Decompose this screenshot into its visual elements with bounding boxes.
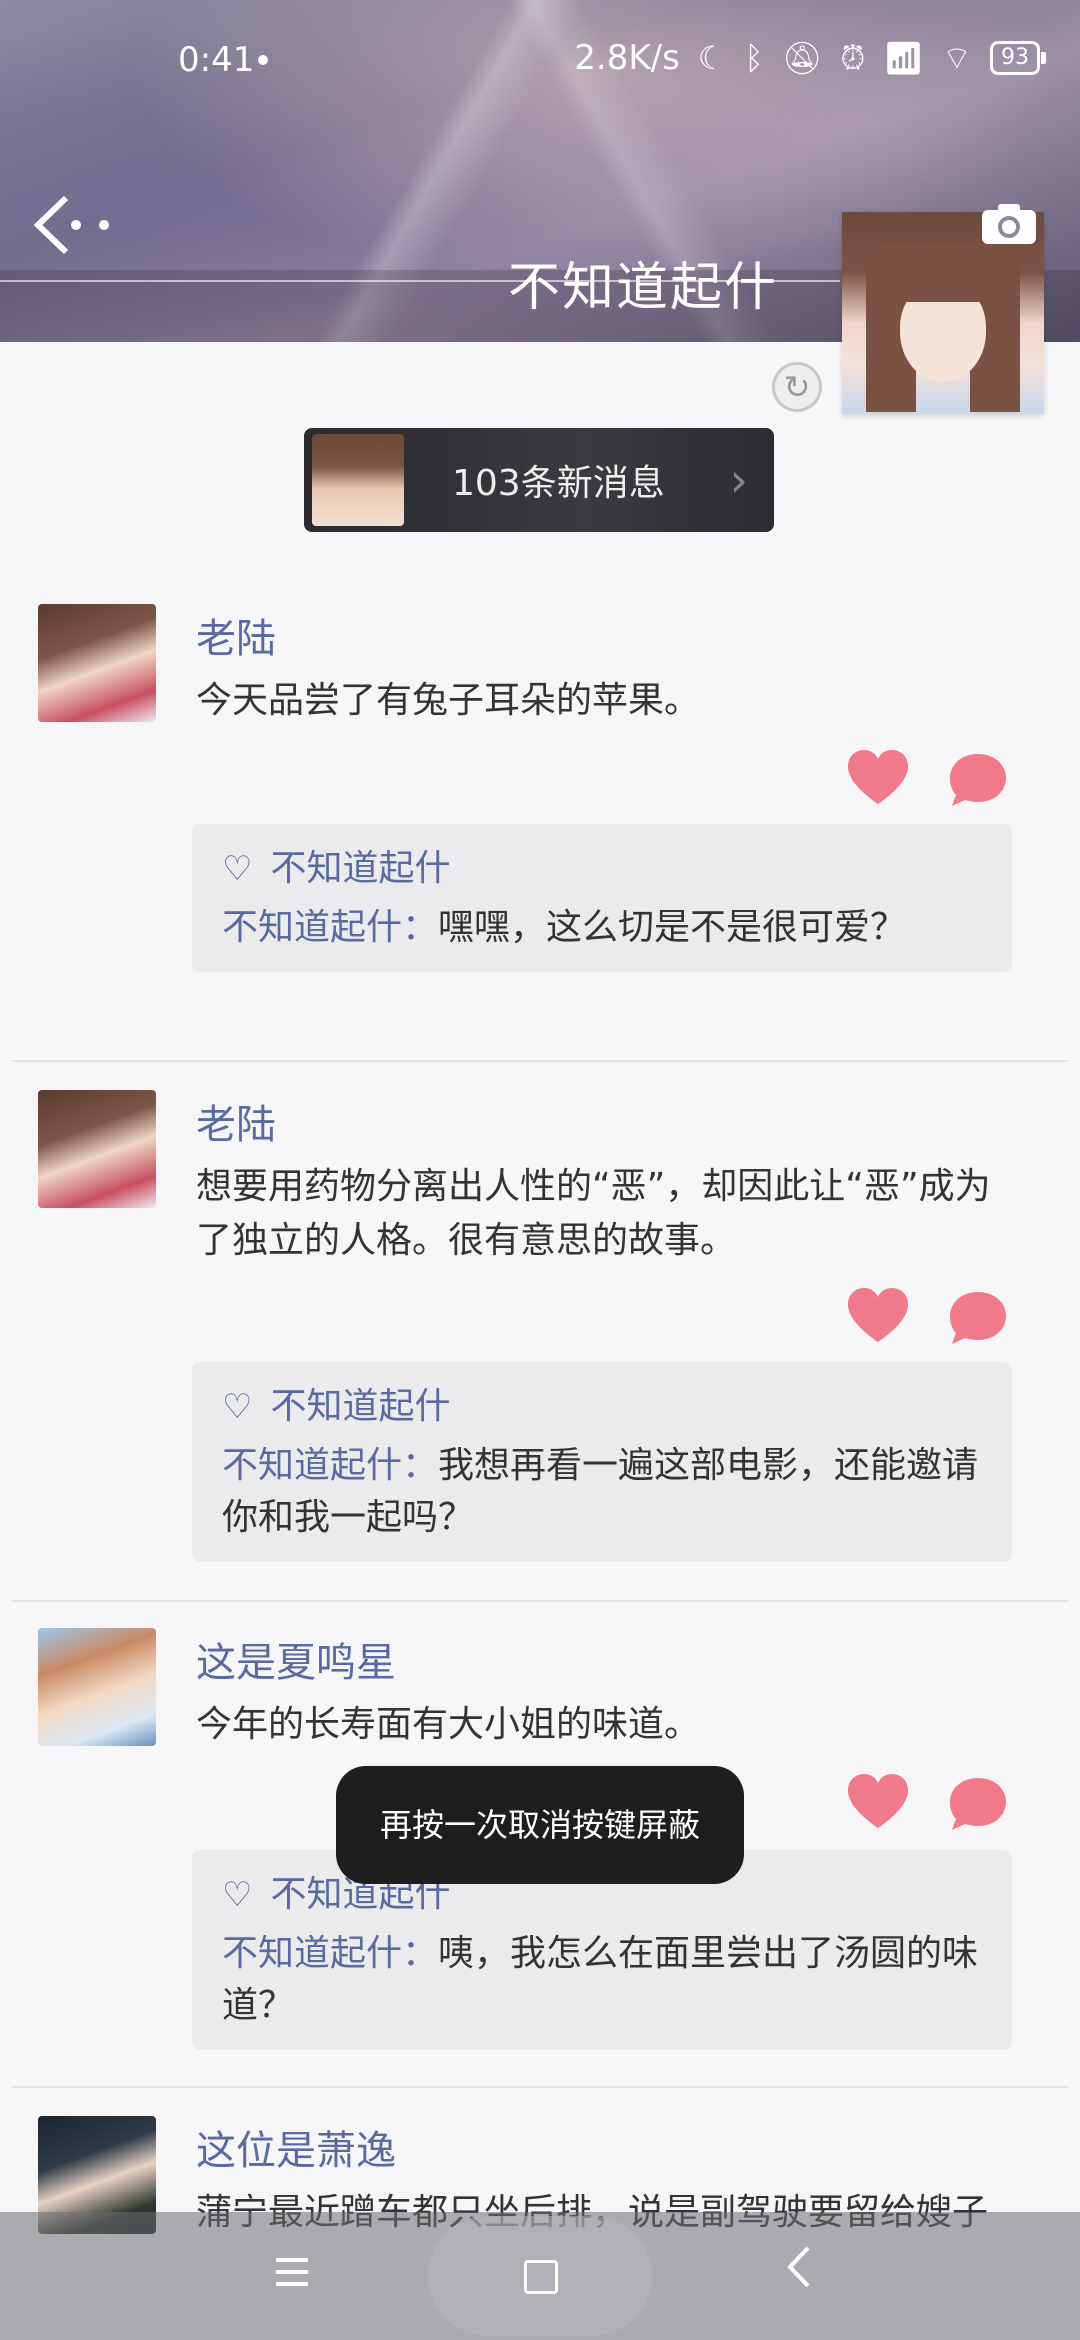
- comment-author[interactable]: 不知道起什：: [222, 1445, 438, 1486]
- back-icon: [33, 195, 109, 255]
- comment-author[interactable]: 不知道起什：: [222, 1933, 438, 1974]
- post-text: 今年的长寿面有大小姐的味道。: [196, 1704, 701, 1745]
- chevron-right-icon: ›: [729, 453, 748, 507]
- likes-names[interactable]: 不知道起什: [270, 842, 450, 896]
- mute-bell-icon: 🔕︎: [781, 39, 823, 77]
- comment-author[interactable]: 不知道起什：: [222, 907, 438, 948]
- avatar[interactable]: [38, 1090, 156, 1208]
- heart-icon[interactable]: [846, 748, 910, 808]
- chevron-left-icon: [787, 2246, 810, 2288]
- nav-back-button[interactable]: [780, 2242, 820, 2303]
- post-text: 想要用药物分离出人性的“恶”，却因此让“恶”成为了独立的人格。很有意思的故事。: [196, 1166, 991, 1261]
- new-message-avatar: [312, 434, 404, 526]
- notification-dot-icon: [258, 55, 268, 65]
- refresh-icon[interactable]: ↻: [772, 362, 822, 412]
- menu-icon: [276, 2258, 308, 2286]
- heart-outline-icon: ♡: [222, 1387, 253, 1427]
- bluetooth-icon: ᛒ: [744, 39, 764, 77]
- comment-box: ♡ 不知道起什 不知道起什：我想再看一遍这部电影，还能邀请你和我一起吗？: [192, 1362, 1012, 1562]
- toast-message: 再按一次取消按键屏蔽: [336, 1766, 744, 1884]
- moon-icon: ☾: [697, 39, 727, 77]
- comment[interactable]: 不知道起什：我想再看一遍这部电影，还能邀请你和我一起吗？: [222, 1440, 982, 1544]
- alarm-icon: ⏰︎: [840, 38, 866, 77]
- signal-icon: 📶︎: [883, 39, 924, 77]
- status-time: 0:41: [178, 40, 255, 80]
- new-messages-label: 103条新消息: [452, 463, 665, 504]
- post-author[interactable]: 老陆: [196, 1092, 276, 1150]
- comment-icon[interactable]: [946, 1288, 1010, 1348]
- heart-outline-icon: ♡: [222, 1875, 253, 1915]
- avatar[interactable]: [38, 1628, 156, 1746]
- system-nav-bar: [0, 2212, 1080, 2340]
- home-square-icon: [524, 2260, 558, 2294]
- divider: [12, 1060, 1068, 1062]
- likes-row: ♡ 不知道起什: [222, 842, 982, 896]
- comment-icon[interactable]: [946, 750, 1010, 810]
- heart-icon[interactable]: [846, 1286, 910, 1346]
- post-author[interactable]: 这位是萧逸: [196, 2118, 396, 2176]
- network-speed: 2.8K/s: [574, 38, 680, 78]
- comment[interactable]: 不知道起什：嘿嘿，这么切是不是很可爱？: [222, 902, 982, 954]
- divider: [12, 1600, 1068, 1602]
- camera-icon[interactable]: [980, 202, 1038, 246]
- divider: [12, 2086, 1068, 2088]
- new-messages-button[interactable]: 103条新消息 ›: [304, 428, 774, 532]
- status-bar: 0:41 2.8K/s ☾ ᛒ 🔕︎ ⏰︎ 📶︎ ⌔ 93: [0, 0, 1080, 120]
- avatar[interactable]: [38, 604, 156, 722]
- comment[interactable]: 不知道起什：咦，我怎么在面里尝出了汤圆的味道？: [222, 1928, 982, 2032]
- comment-box: ♡ 不知道起什 不知道起什：嘿嘿，这么切是不是很可爱？: [192, 824, 1012, 972]
- post-text: 今天品尝了有兔子耳朵的苹果。: [196, 680, 701, 721]
- battery-icon: 93: [990, 41, 1046, 75]
- menu-button[interactable]: [270, 2252, 314, 2292]
- home-button[interactable]: [428, 2216, 652, 2336]
- comment-icon[interactable]: [946, 1774, 1010, 1834]
- likes-row: ♡ 不知道起什: [222, 1380, 982, 1434]
- page-title: 不知道起什: [508, 258, 779, 318]
- likes-names[interactable]: 不知道起什: [270, 1380, 450, 1434]
- heart-outline-icon: ♡: [222, 849, 253, 889]
- post-author[interactable]: 这是夏鸣星: [196, 1630, 396, 1688]
- post-author[interactable]: 老陆: [196, 606, 276, 664]
- heart-icon[interactable]: [846, 1772, 910, 1832]
- wifi-icon: ⌔: [941, 39, 972, 77]
- back-button[interactable]: [30, 190, 120, 260]
- comment-text: 嘿嘿，这么切是不是很可爱？: [438, 907, 907, 948]
